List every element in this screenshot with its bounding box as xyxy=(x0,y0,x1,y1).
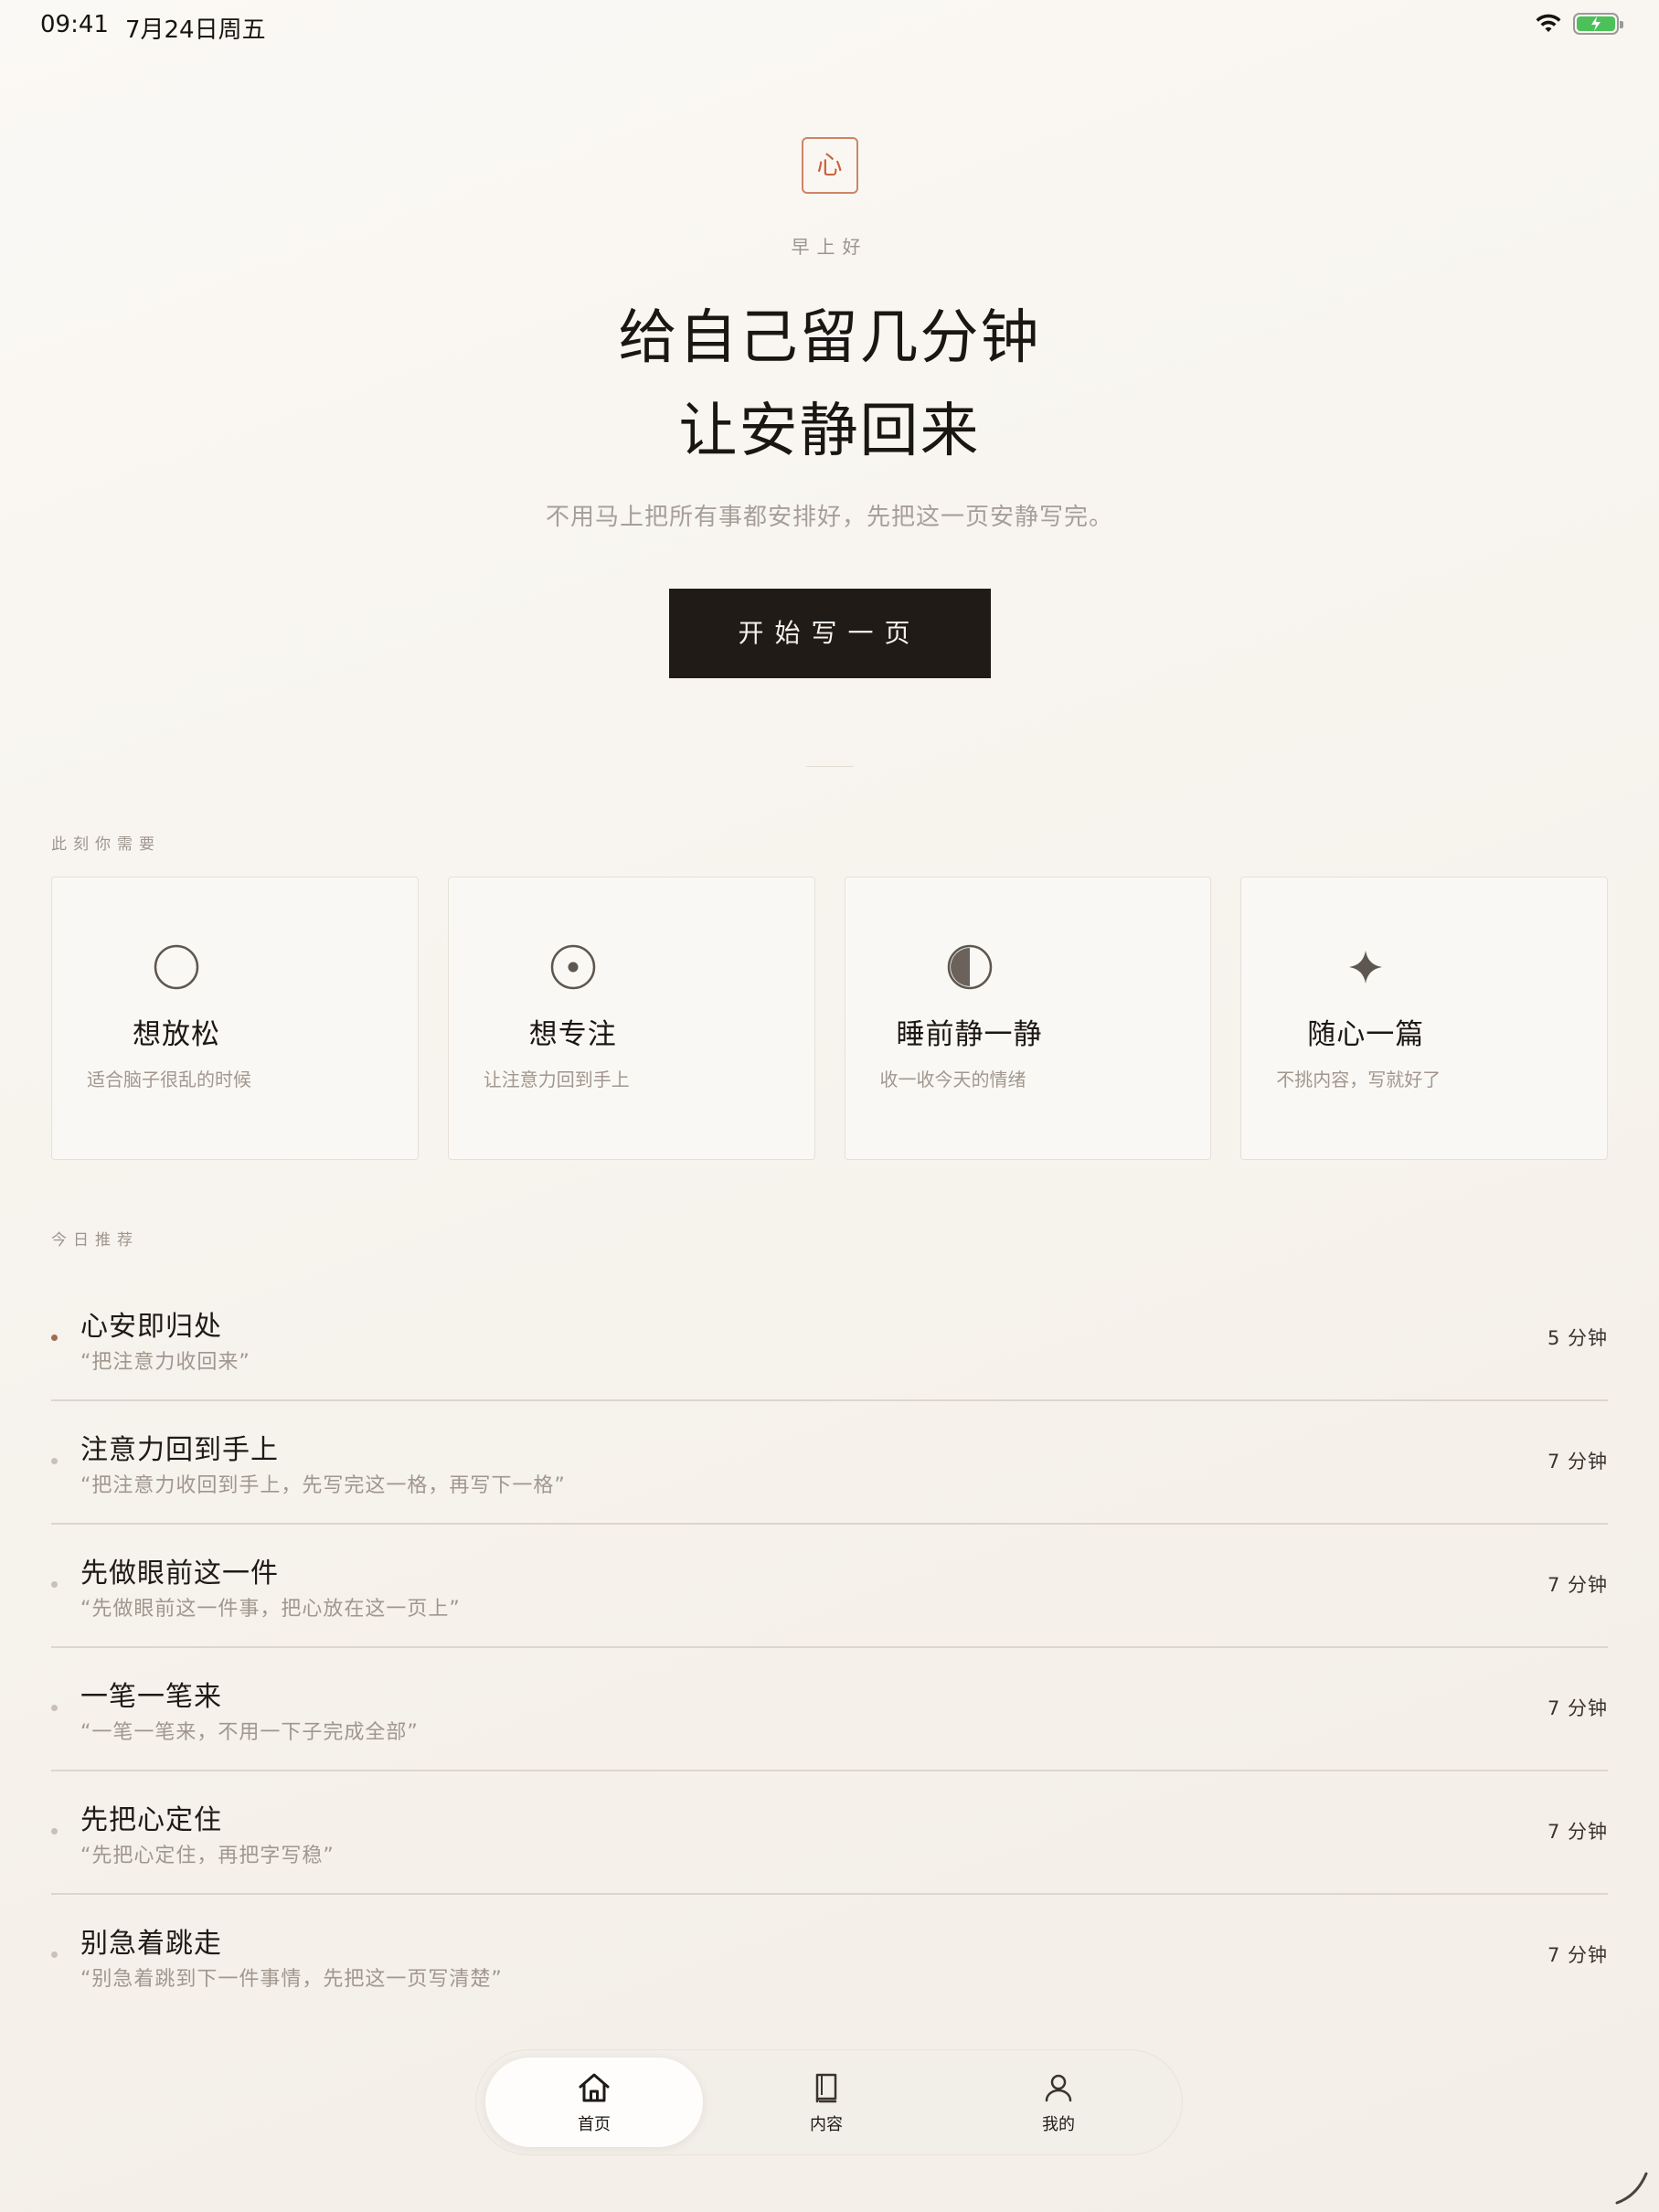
status-bar: 09:41 7月24日周五 xyxy=(0,0,1659,51)
status-clock: 09:41 7月24日周五 xyxy=(40,11,266,45)
list-item[interactable]: 注意力回到手上 “把注意力收回到手上，先写完这一格，再写下一格” 7 分钟 xyxy=(51,1401,1608,1525)
mood-card-title: 想放松 xyxy=(133,1018,220,1051)
rec-title: 注意力回到手上 xyxy=(80,1434,279,1466)
start-writing-button[interactable]: 开始写一页 xyxy=(668,589,991,678)
rec-duration: 7 分钟 xyxy=(1547,1697,1608,1719)
rec-title: 先把心定住 xyxy=(80,1804,222,1836)
headline-line-1: 给自己留几分钟 xyxy=(618,304,1041,372)
rec-duration: 7 分钟 xyxy=(1547,1944,1608,1966)
rec-title: 别急着跳走 xyxy=(80,1928,222,1960)
list-item[interactable]: 一笔一笔来 “一笔一笔来，不用一下子完成全部” 7 分钟 xyxy=(51,1648,1608,1771)
bottom-tab-bar: 首页 内容 我的 xyxy=(475,2049,1183,2155)
half-moon-icon xyxy=(946,943,994,991)
user-icon xyxy=(1045,2074,1072,2102)
mood-card-desc: 适合脑子很乱的时候 xyxy=(87,1069,251,1090)
section-divider xyxy=(806,766,854,767)
list-item[interactable]: 先把心定住 “先把心定住，再把字写稳” 7 分钟 xyxy=(51,1771,1608,1895)
sparkle-icon xyxy=(1342,943,1389,991)
mood-card-desc: 收一收今天的情绪 xyxy=(879,1069,1026,1090)
list-item[interactable]: 心安即归处 “把注意力收回来” 5 分钟 xyxy=(51,1278,1608,1401)
list-dot xyxy=(51,1828,58,1834)
status-indicators xyxy=(1535,13,1623,35)
rec-quote: “别急着跳到下一件事情，先把这一页写清楚” xyxy=(80,1968,503,1991)
battery-level xyxy=(1577,16,1615,31)
tab-profile[interactable]: 我的 xyxy=(950,2058,1167,2147)
wifi-icon xyxy=(1535,13,1562,35)
headline: 给自己留几分钟 让安静回来 xyxy=(0,292,1659,478)
active-dot xyxy=(51,1335,58,1341)
mood-card-relax[interactable]: 想放松 适合脑子很乱的时候 xyxy=(51,877,419,1160)
headline-line-2: 让安静回来 xyxy=(678,398,981,465)
book-icon xyxy=(815,2073,837,2103)
mood-card-desc: 让注意力回到手上 xyxy=(483,1069,630,1090)
rec-quote: “先做眼前这一件事，把心放在这一页上” xyxy=(80,1598,461,1621)
mood-card-desc: 不挑内容，写就好了 xyxy=(1276,1069,1441,1090)
mood-card-bedtime[interactable]: 睡前静一静 收一收今天的情绪 xyxy=(844,877,1212,1160)
greeting-text: 早上好 xyxy=(791,236,868,258)
rec-title: 先做眼前这一件 xyxy=(80,1558,279,1590)
mood-card-freestyle[interactable]: 随心一篇 不挑内容，写就好了 xyxy=(1240,877,1608,1160)
mood-section-label: 此刻你需要 xyxy=(51,835,161,854)
circle-icon xyxy=(153,943,200,991)
rec-quote: “把注意力收回到手上，先写完这一格，再写下一格” xyxy=(80,1474,566,1497)
tab-label: 我的 xyxy=(1042,2115,1075,2134)
hero-subline: 不用马上把所有事都安排好，先把这一页安静写完。 xyxy=(545,504,1113,531)
mood-cards: 想放松 适合脑子很乱的时候 想专注 让注意力回到手上 睡前静一静 收一收今天的情… xyxy=(51,877,1608,1160)
list-dot xyxy=(51,1581,58,1588)
mood-card-title: 想专注 xyxy=(528,1018,617,1051)
rec-duration: 7 分钟 xyxy=(1547,1451,1608,1473)
tab-label: 首页 xyxy=(578,2115,611,2134)
rec-title: 一笔一笔来 xyxy=(80,1681,222,1713)
status-time: 09:41 xyxy=(40,11,109,38)
tab-label: 内容 xyxy=(810,2115,843,2134)
rec-duration: 7 分钟 xyxy=(1547,1821,1608,1843)
recommendation-list: 心安即归处 “把注意力收回来” 5 分钟 注意力回到手上 “把注意力收回到手上，… xyxy=(51,1278,1608,2018)
rec-duration: 5 分钟 xyxy=(1547,1327,1608,1349)
list-dot xyxy=(51,1951,58,1958)
tab-content[interactable]: 内容 xyxy=(718,2058,935,2147)
hero-section: 心 早上好 给自己留几分钟 让安静回来 不用马上把所有事都安排好，先把这一页安静… xyxy=(0,137,1659,678)
rec-quote: “把注意力收回来” xyxy=(80,1351,250,1374)
battery-icon xyxy=(1573,13,1623,35)
mood-card-title: 睡前静一静 xyxy=(896,1018,1043,1051)
rec-title: 心安即归处 xyxy=(80,1311,222,1343)
tab-home[interactable]: 首页 xyxy=(485,2058,703,2147)
home-icon xyxy=(579,2073,610,2102)
mood-card-title: 随心一篇 xyxy=(1307,1018,1425,1051)
rec-quote: “先把心定住，再把字写稳” xyxy=(80,1845,335,1867)
status-date: 7月24日周五 xyxy=(124,16,266,44)
target-icon xyxy=(549,943,597,991)
list-dot xyxy=(51,1458,58,1464)
list-item[interactable]: 别急着跳走 “别急着跳到下一件事情，先把这一页写清楚” 7 分钟 xyxy=(51,1895,1608,2018)
list-dot xyxy=(51,1705,58,1711)
list-item[interactable]: 先做眼前这一件 “先做眼前这一件事，把心放在这一页上” 7 分钟 xyxy=(51,1525,1608,1648)
rec-quote: “一笔一笔来，不用一下子完成全部” xyxy=(80,1721,419,1744)
rec-duration: 7 分钟 xyxy=(1547,1574,1608,1596)
app-logo: 心 xyxy=(801,137,858,194)
recommend-section-label: 今日推荐 xyxy=(51,1231,139,1250)
mood-card-focus[interactable]: 想专注 让注意力回到手上 xyxy=(447,877,815,1160)
pencil-stroke-icon xyxy=(1615,2172,1648,2205)
